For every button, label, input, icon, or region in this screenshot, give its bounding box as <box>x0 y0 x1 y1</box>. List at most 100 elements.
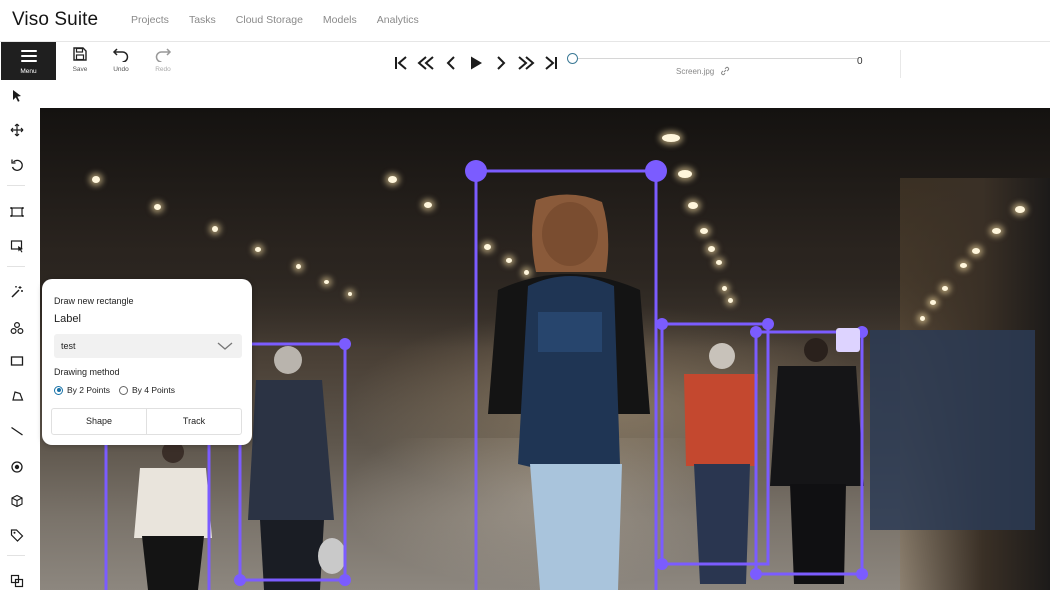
points-icon <box>11 461 23 473</box>
radio-selected-icon <box>54 385 63 395</box>
bounding-box[interactable] <box>104 436 211 590</box>
file-name: Screen.jpg <box>676 66 715 76</box>
openvino-icon <box>10 321 24 335</box>
back-ten-button[interactable] <box>415 52 437 74</box>
cuboid-tool[interactable] <box>6 490 28 512</box>
box-handle[interactable] <box>750 568 762 580</box>
player-controls <box>390 52 562 74</box>
link-icon[interactable] <box>720 66 730 76</box>
radio-by-2-points[interactable]: By 2 Points <box>54 385 110 395</box>
label-select[interactable]: test <box>54 334 242 358</box>
redo-icon <box>155 48 172 62</box>
previous-frame-button[interactable] <box>440 52 462 74</box>
cursor-tool[interactable] <box>6 85 28 107</box>
chevron-down-icon <box>217 342 233 350</box>
fit-image-tool[interactable] <box>6 201 28 223</box>
cuboid-icon <box>11 494 23 508</box>
box-handle[interactable] <box>656 318 668 330</box>
slider-track <box>573 58 858 59</box>
openvino-tool[interactable] <box>6 317 28 339</box>
forward-ten-icon <box>518 56 535 70</box>
box-handle[interactable] <box>856 568 868 580</box>
group-tool[interactable] <box>6 570 28 590</box>
redo-button[interactable]: Redo <box>148 46 178 73</box>
menu-label: Menu <box>20 68 37 75</box>
frame-slider[interactable] <box>567 52 862 66</box>
drawing-method-group: By 2 Points By 4 Points <box>54 385 175 395</box>
first-frame-icon <box>395 56 407 70</box>
box-handle[interactable] <box>234 574 246 586</box>
rotate-icon <box>11 159 23 171</box>
sidebar-divider <box>7 555 25 556</box>
box-handle[interactable] <box>339 574 351 586</box>
move-icon <box>10 123 24 137</box>
method-heading: Drawing method <box>54 367 120 377</box>
nav-analytics[interactable]: Analytics <box>377 14 419 26</box>
shape-button[interactable]: Shape <box>52 409 146 434</box>
bounding-box[interactable] <box>660 322 770 566</box>
track-button[interactable]: Track <box>146 409 241 434</box>
play-button[interactable] <box>465 52 487 74</box>
select-region-icon <box>10 240 23 253</box>
app-brand: Viso Suite <box>12 9 99 30</box>
forward-ten-button[interactable] <box>515 52 537 74</box>
rectangle-icon <box>10 356 24 366</box>
save-label: Save <box>72 66 88 73</box>
toolbar-divider <box>900 50 901 78</box>
play-icon <box>471 56 482 70</box>
box-handle[interactable] <box>750 326 762 338</box>
previous-frame-icon <box>446 56 455 70</box>
move-tool[interactable] <box>6 119 28 141</box>
top-nav: Viso Suite Projects Tasks Cloud Storage … <box>0 0 1050 42</box>
draw-mode-buttons: Shape Track <box>51 408 242 435</box>
select-region-tool[interactable] <box>6 235 28 257</box>
sidebar-divider <box>7 266 25 267</box>
next-frame-button[interactable] <box>490 52 512 74</box>
selected-handle[interactable] <box>836 328 860 352</box>
menu-button[interactable]: Menu <box>1 42 56 80</box>
rectangle-tool[interactable] <box>6 350 28 372</box>
radio-unselected-icon <box>119 385 128 395</box>
draw-rectangle-popup: Draw new rectangle Label test Drawing me… <box>42 279 252 445</box>
polygon-tool[interactable] <box>6 385 28 407</box>
label-select-value: test <box>61 341 76 351</box>
cursor-icon <box>13 90 21 102</box>
last-frame-button[interactable] <box>540 52 562 74</box>
nav-links: Projects Tasks Cloud Storage Models Anal… <box>131 14 419 26</box>
fit-image-icon <box>10 207 24 217</box>
slider-knob[interactable] <box>567 53 578 64</box>
box-handle[interactable] <box>656 558 668 570</box>
rotate-tool[interactable] <box>6 154 28 176</box>
save-button[interactable]: Save <box>65 46 95 73</box>
nav-models[interactable]: Models <box>323 14 357 26</box>
back-ten-icon <box>417 56 434 70</box>
first-frame-button[interactable] <box>390 52 412 74</box>
bounding-box[interactable] <box>238 342 347 582</box>
box-handle[interactable] <box>339 338 351 350</box>
bounding-box[interactable] <box>474 169 658 590</box>
radio-by-4-points[interactable]: By 4 Points <box>119 385 175 395</box>
nav-tasks[interactable]: Tasks <box>189 14 216 26</box>
magic-wand-tool[interactable] <box>6 281 28 303</box>
sidebar-divider <box>7 185 25 186</box>
tag-tool[interactable] <box>6 524 28 546</box>
undo-button[interactable]: Undo <box>106 46 136 73</box>
nav-projects[interactable]: Projects <box>131 14 169 26</box>
frame-number[interactable]: 0 <box>857 56 863 67</box>
points-tool[interactable] <box>6 456 28 478</box>
box-handle[interactable] <box>762 318 774 330</box>
box-handle[interactable] <box>465 160 487 182</box>
undo-icon <box>112 48 129 62</box>
bounding-box[interactable] <box>754 330 864 576</box>
last-frame-icon <box>545 56 557 70</box>
group-icon <box>10 574 24 588</box>
redo-label: Redo <box>155 66 171 73</box>
nav-cloud-storage[interactable]: Cloud Storage <box>236 14 303 26</box>
file-name-row: Screen.jpg <box>676 66 730 76</box>
popup-title: Draw new rectangle <box>54 296 134 306</box>
box-handle[interactable] <box>645 160 667 182</box>
polyline-tool[interactable] <box>6 420 28 442</box>
tag-icon <box>10 529 24 542</box>
polyline-icon <box>11 426 23 436</box>
polygon-icon <box>12 391 24 401</box>
